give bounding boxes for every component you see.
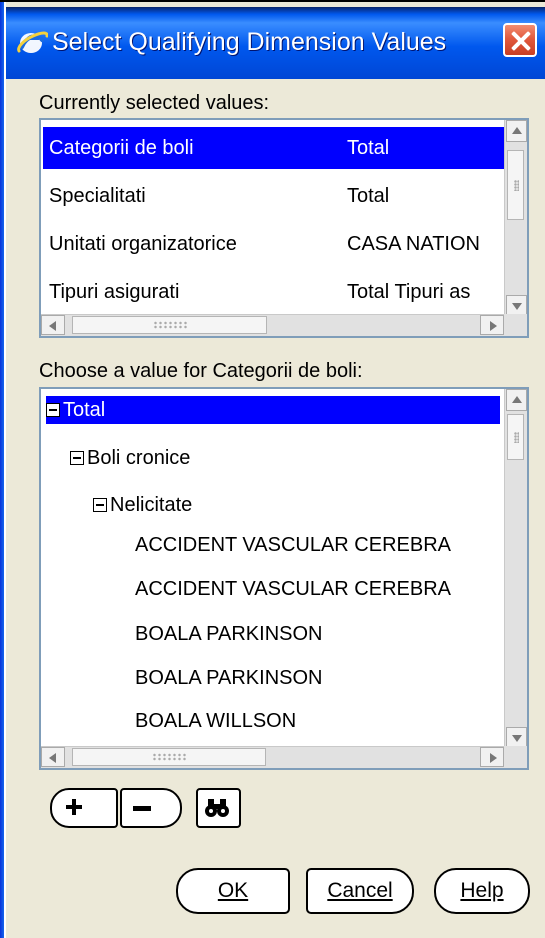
scroll-grip-icon	[514, 180, 519, 191]
tree-item-label: Total	[63, 399, 106, 421]
tree-leaf-item[interactable]: ACCIDENT VASCULAR CEREBRA	[135, 531, 451, 559]
find-button[interactable]	[196, 788, 241, 828]
collapse-node-icon[interactable]	[93, 498, 107, 512]
selected-dimension-name: Categorii de boli	[49, 137, 194, 159]
vertical-scroll-thumb[interactable]	[507, 150, 524, 220]
tree-horizontal-scrollbar[interactable]	[41, 746, 504, 768]
cancel-button[interactable]: Cancel	[306, 868, 414, 914]
tree-leaf-item[interactable]: ACCIDENT VASCULAR CEREBRA	[135, 575, 451, 603]
ok-button[interactable]: OK	[176, 868, 290, 914]
scroll-left-button[interactable]	[41, 315, 65, 335]
collapse-node-icon[interactable]	[70, 451, 84, 465]
currently-selected-values-label: Currently selected values:	[39, 92, 270, 114]
selected-value-row[interactable]: Unitati organizatorice CASA NATION	[43, 223, 504, 265]
collapse-node-icon[interactable]	[46, 403, 60, 417]
vertical-scroll-thumb[interactable]	[507, 414, 524, 460]
selected-value-row[interactable]: Tipuri asigurati Total Tipuri as	[43, 271, 504, 313]
close-button[interactable]	[503, 23, 537, 57]
horizontal-scroll-thumb[interactable]	[72, 748, 266, 766]
selected-values-vertical-scrollbar[interactable]	[504, 120, 527, 317]
scroll-grip-icon	[152, 753, 187, 761]
collapse-button[interactable]	[120, 788, 182, 828]
selected-values-horizontal-scrollbar[interactable]	[41, 314, 504, 336]
expand-button[interactable]	[50, 788, 118, 828]
scroll-up-button[interactable]	[506, 389, 527, 411]
selected-dimension-value: Total	[347, 185, 390, 207]
horizontal-scroll-thumb[interactable]	[72, 316, 267, 334]
scroll-grip-icon	[514, 432, 519, 443]
selected-dimension-name: Tipuri asigurati	[49, 281, 180, 303]
left-window-frame	[0, 2, 6, 938]
tree-leaf-item[interactable]: BOALA WILLSON	[135, 707, 296, 735]
currently-selected-values-list[interactable]: Categorii de boli Total Specialitati Tot…	[39, 118, 529, 338]
tree-leaf-item[interactable]: BOALA PARKINSON	[135, 664, 322, 692]
selected-dimension-value: Total	[347, 137, 390, 159]
ie-icon	[17, 31, 48, 53]
scroll-right-button[interactable]	[480, 315, 504, 335]
title-bar[interactable]: Select Qualifying Dimension Values	[6, 7, 545, 79]
tree-item-nelicitate[interactable]: Nelicitate	[93, 491, 192, 519]
dialog-window: Select Qualifying Dimension Values Curre…	[0, 0, 545, 938]
selected-value-row[interactable]: Categorii de boli Total	[43, 127, 504, 169]
selected-dimension-name: Specialitati	[49, 185, 146, 207]
scrollbar-corner	[504, 314, 527, 336]
selected-value-row[interactable]: Specialitati Total	[43, 175, 504, 217]
plus-icon	[66, 799, 82, 815]
help-button-label: Help	[460, 879, 504, 902]
tree-item-label: Nelicitate	[110, 494, 193, 516]
scroll-up-button[interactable]	[506, 120, 527, 142]
tree-item-boli-cronice[interactable]: Boli cronice	[70, 444, 190, 472]
selected-dimension-name: Unitati organizatorice	[49, 233, 237, 255]
ok-button-label: OK	[217, 879, 249, 902]
scroll-grip-icon	[152, 321, 188, 329]
dialog-title: Select Qualifying Dimension Values	[52, 28, 447, 56]
top-border	[0, 0, 545, 2]
help-button[interactable]: Help	[434, 868, 530, 914]
tree-item-total[interactable]: Total	[46, 396, 500, 424]
selected-dimension-value: Total Tipuri as	[347, 281, 471, 303]
choose-value-label: Choose a value for Categorii de boli:	[39, 360, 363, 382]
scroll-right-button[interactable]	[480, 747, 504, 767]
tree-item-label: Boli cronice	[87, 447, 191, 469]
scrollbar-corner	[504, 746, 527, 768]
minus-icon	[133, 806, 151, 811]
cancel-button-label: Cancel	[327, 879, 393, 902]
tree-leaf-item[interactable]: BOALA PARKINSON	[135, 620, 322, 648]
tree-vertical-scrollbar[interactable]	[504, 389, 527, 749]
binoculars-icon	[205, 799, 229, 817]
selected-dimension-value: CASA NATION	[347, 233, 480, 255]
dimension-value-tree[interactable]: Total Boli cronice Nelicitate ACCIDENT V…	[39, 387, 529, 770]
scroll-left-button[interactable]	[41, 747, 65, 767]
